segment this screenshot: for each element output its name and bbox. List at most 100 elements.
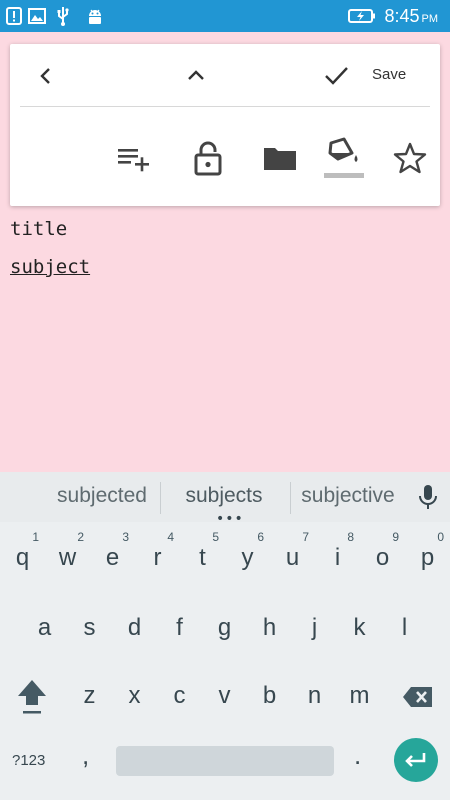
folder-button[interactable] [258,138,302,178]
confirm-button[interactable] [318,58,354,94]
clock: 8:45 PM [384,6,438,26]
key-label: e [105,544,120,571]
key-w[interactable]: w2 [45,528,90,588]
lock-button[interactable] [186,136,230,180]
key-label: x [128,682,141,709]
note-subject-field[interactable]: subject [10,256,90,278]
key-d[interactable]: d [112,598,157,658]
key-y[interactable]: y6 [225,528,270,588]
key-label: n [307,682,322,709]
key-q[interactable]: q1 [0,528,45,588]
shift-key[interactable] [12,672,52,722]
key-a[interactable]: a [22,598,67,658]
key-number-hint: 0 [437,530,444,544]
key-number-hint: 8 [347,530,354,544]
key-label: m [349,682,370,709]
add-checklist-icon [118,149,149,172]
suggestion-1[interactable]: subjected [44,484,160,508]
key-r[interactable]: r4 [135,528,180,588]
key-j[interactable]: j [292,598,337,658]
key-label: y [241,544,254,571]
backspace-key[interactable] [398,677,438,717]
key-v[interactable]: v [202,666,247,726]
key-t[interactable]: t5 [180,528,225,588]
key-label: i [334,544,341,571]
unlock-icon [194,141,222,176]
note-toolbar: Save [10,44,440,206]
key-label: j [311,614,318,641]
suggestion-strip: subjected subjects subjective ••• [0,472,450,526]
add-checklist-button[interactable] [112,138,156,178]
key-x[interactable]: x [112,666,157,726]
save-button[interactable]: Save [372,64,406,86]
android-icon [86,6,104,26]
checkmark-icon [325,67,348,85]
suggestion-divider [160,482,161,514]
key-g[interactable]: g [202,598,247,658]
key-m[interactable]: m [337,666,382,726]
key-number-hint: 9 [392,530,399,544]
folder-icon [264,148,296,170]
key-number-hint: 5 [212,530,219,544]
shift-arrow-icon [18,680,46,714]
microphone-button[interactable] [414,482,442,512]
key-k[interactable]: k [337,598,382,658]
key-label: b [262,682,277,709]
key-label: q [15,544,30,571]
key-label: u [285,544,300,571]
key-b[interactable]: b [247,666,292,726]
key-number-hint: 4 [167,530,174,544]
key-p[interactable]: p0 [405,528,450,588]
suggestion-2[interactable]: subjects [166,484,282,508]
key-s[interactable]: s [67,598,112,658]
key-c[interactable]: c [157,666,202,726]
key-label: h [262,614,277,641]
key-label: r [153,544,162,571]
suggestion-3[interactable]: subjective [294,484,402,508]
alert-icon [6,6,22,26]
key-number-hint: 1 [32,530,39,544]
microphone-icon [419,485,437,509]
key-o[interactable]: o9 [360,528,405,588]
toolbar-divider [20,106,430,107]
key-label: w [58,544,77,571]
key-z[interactable]: z [67,666,112,726]
symbols-key[interactable]: ?123 [12,752,45,769]
key-e[interactable]: e3 [90,528,135,588]
period-key[interactable]: . [354,740,361,771]
key-label: f [176,614,183,641]
usb-icon [56,6,70,26]
key-l[interactable]: l [382,598,427,658]
key-label: s [83,614,96,641]
key-label: v [218,682,231,709]
more-suggestions-dots[interactable]: ••• [216,512,244,526]
key-i[interactable]: i8 [315,528,360,588]
enter-key[interactable] [394,738,438,782]
key-label: k [353,614,366,641]
status-bar: 8:45 PM [0,0,450,32]
suggestion-divider [290,482,291,514]
key-n[interactable]: n [292,666,337,726]
key-f[interactable]: f [157,598,202,658]
space-bar[interactable] [116,746,334,776]
key-label: g [217,614,232,641]
key-number-hint: 2 [77,530,84,544]
comma-key[interactable]: , [82,740,89,771]
key-number-hint: 3 [122,530,129,544]
star-icon [393,142,427,174]
image-icon [28,6,46,26]
key-h[interactable]: h [247,598,292,658]
key-u[interactable]: u7 [270,528,315,588]
key-label: a [37,614,52,641]
key-number-hint: 7 [302,530,309,544]
back-button[interactable] [28,58,64,94]
favorite-button[interactable] [388,138,432,178]
battery-charging-icon [348,6,376,26]
backspace-icon [403,687,432,707]
note-title-field[interactable]: title [10,218,67,240]
paint-bucket-icon [324,137,364,178]
key-label: z [83,682,96,709]
collapse-button[interactable] [178,58,214,94]
color-button[interactable] [322,134,366,182]
back-arrow-icon [40,68,50,84]
